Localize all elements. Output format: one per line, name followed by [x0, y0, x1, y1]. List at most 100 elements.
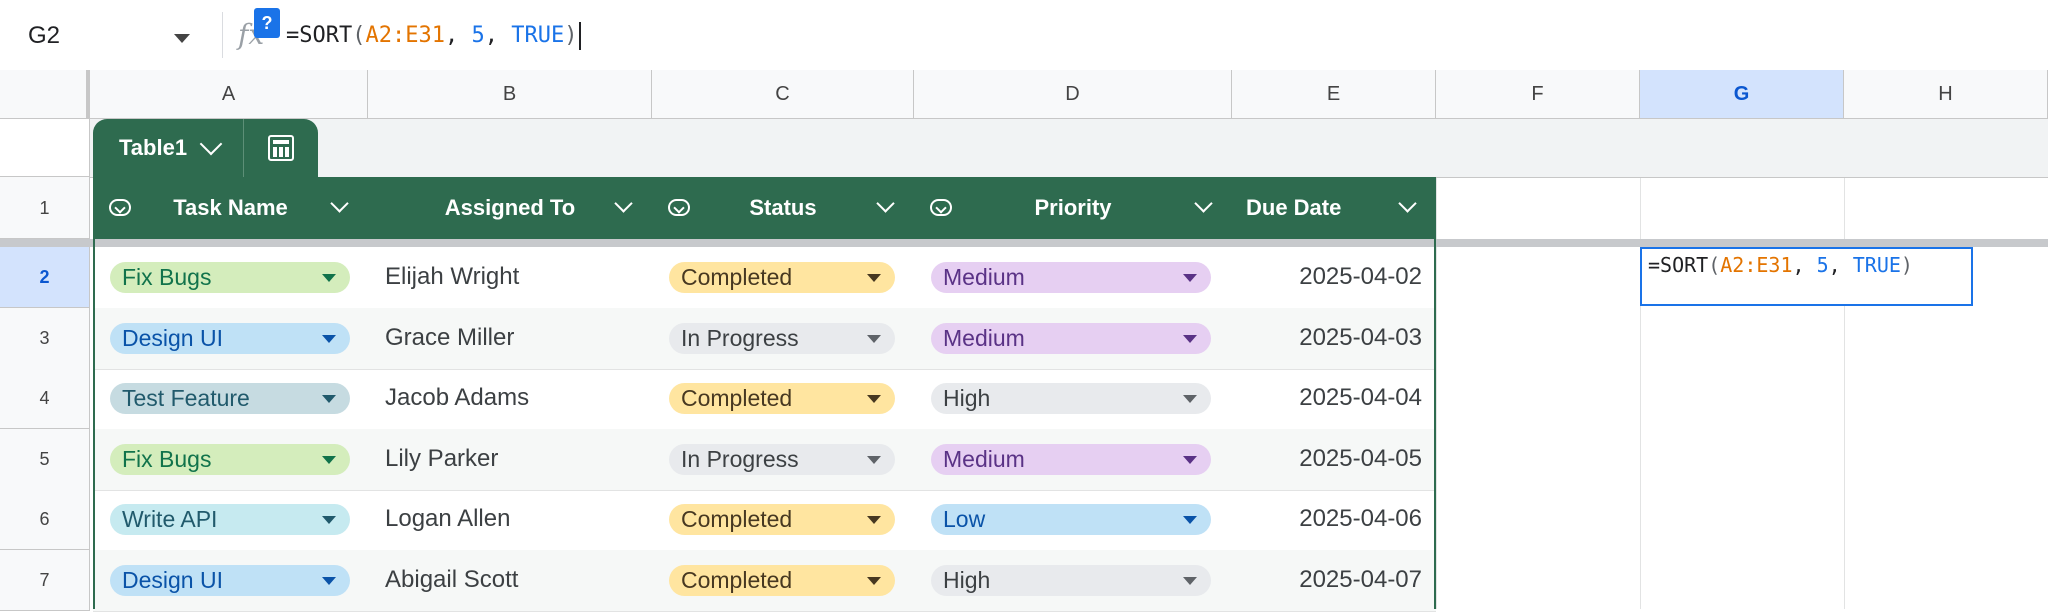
header-assigned-to[interactable]: Assigned To	[368, 177, 652, 239]
dropdown-arrow-icon[interactable]	[322, 335, 336, 343]
column-header-g[interactable]: G	[1640, 70, 1844, 118]
dropdown-arrow-icon[interactable]	[1183, 274, 1197, 282]
dropdown-arrow-icon[interactable]	[322, 456, 336, 464]
row-header-6[interactable]: 6	[0, 489, 90, 550]
formula-sep: ,	[444, 23, 472, 48]
assigned-to-cell[interactable]: Lily Parker	[385, 429, 498, 489]
dropdown-arrow-icon[interactable]	[322, 395, 336, 403]
table-calculator-icon[interactable]	[268, 135, 295, 161]
status-chip[interactable]: In Progress	[669, 323, 895, 354]
dropdown-arrow-icon[interactable]	[1183, 335, 1197, 343]
table-header-row: Task Name Assigned To Status Priority Du…	[93, 177, 1436, 239]
column-header-b[interactable]: B	[368, 70, 652, 118]
status-chip[interactable]: Completed	[669, 565, 895, 596]
header-label: Task Name	[173, 195, 288, 220]
formula-sep: ,	[484, 23, 512, 48]
formula-help-badge[interactable]: ?	[254, 8, 280, 38]
formula-bar-divider	[222, 12, 223, 58]
chevron-down-icon[interactable]	[1398, 194, 1417, 213]
due-date-cell[interactable]: 2025-04-03	[1232, 308, 1422, 368]
dropdown-arrow-icon[interactable]	[1183, 456, 1197, 464]
dropdown-arrow-icon[interactable]	[867, 577, 881, 585]
formula-input[interactable]: =SORT(A2:E31, 5, TRUE)	[286, 22, 582, 50]
assigned-to-cell[interactable]: Abigail Scott	[385, 550, 518, 610]
priority-chip-label: Medium	[943, 325, 1025, 351]
header-due-date[interactable]: Due Date	[1232, 177, 1436, 239]
row-header-1[interactable]: 1	[0, 177, 90, 239]
dropdown-arrow-icon[interactable]	[867, 395, 881, 403]
column-header-e[interactable]: E	[1232, 70, 1436, 118]
task-name-chip-label: Write API	[122, 506, 218, 532]
task-name-chip-label: Fix Bugs	[122, 264, 212, 290]
chevron-down-icon[interactable]	[614, 194, 633, 213]
dropdown-arrow-icon[interactable]	[1183, 516, 1197, 524]
select-all-corner[interactable]	[0, 70, 90, 118]
chevron-down-icon[interactable]	[199, 132, 223, 156]
task-name-chip[interactable]: Design UI	[110, 323, 350, 354]
task-name-chip[interactable]: Test Feature	[110, 383, 350, 414]
due-date-cell[interactable]: 2025-04-07	[1232, 550, 1422, 610]
assigned-to-cell[interactable]: Logan Allen	[385, 489, 510, 549]
priority-chip[interactable]: High	[931, 565, 1211, 596]
dropdown-arrow-icon[interactable]	[322, 577, 336, 585]
header-status[interactable]: Status	[652, 177, 914, 239]
name-box-dropdown-icon[interactable]	[174, 34, 190, 43]
status-chip-label: Completed	[681, 567, 793, 593]
task-name-chip[interactable]: Fix Bugs	[110, 262, 350, 293]
chevron-down-icon[interactable]	[876, 194, 895, 213]
dropdown-arrow-icon[interactable]	[867, 274, 881, 282]
priority-chip[interactable]: High	[931, 383, 1211, 414]
due-date-cell[interactable]: 2025-04-05	[1232, 429, 1422, 489]
cell-formula-paren: (	[1708, 253, 1721, 277]
gridline	[1640, 119, 1641, 609]
header-priority[interactable]: Priority	[914, 177, 1232, 239]
row-header-7[interactable]: 7	[0, 550, 90, 611]
column-header-f[interactable]: F	[1436, 70, 1640, 118]
cell-formula-num: 5	[1816, 253, 1829, 277]
chevron-down-icon[interactable]	[330, 194, 349, 213]
column-header-d[interactable]: D	[914, 70, 1232, 118]
due-date-cell[interactable]: 2025-04-04	[1232, 368, 1422, 428]
assigned-to-cell[interactable]: Jacob Adams	[385, 368, 529, 428]
header-task-name[interactable]: Task Name	[93, 177, 368, 239]
row-header-3[interactable]: 3	[0, 308, 90, 369]
column-header-c[interactable]: C	[652, 70, 914, 118]
table-name-tab[interactable]: Table1	[93, 119, 319, 177]
row-header-5[interactable]: 5	[0, 429, 90, 490]
priority-chip[interactable]: Medium	[931, 444, 1211, 475]
status-chip[interactable]: Completed	[669, 504, 895, 535]
column-header-h[interactable]: H	[1844, 70, 2048, 118]
assigned-to-cell[interactable]: Grace Miller	[385, 308, 514, 368]
frozen-row-divider[interactable]	[0, 239, 2048, 247]
status-chip[interactable]: In Progress	[669, 444, 895, 475]
assigned-to-cell[interactable]: Elijah Wright	[385, 247, 519, 307]
dropdown-arrow-icon[interactable]	[1183, 577, 1197, 585]
task-name-chip[interactable]: Design UI	[110, 565, 350, 596]
dropdown-arrow-icon[interactable]	[322, 516, 336, 524]
active-cell-g2[interactable]: =SORT(A2:E31, 5, TRUE)	[1640, 247, 1973, 306]
due-date-cell[interactable]: 2025-04-02	[1232, 247, 1422, 307]
formula-ascending: TRUE	[511, 23, 565, 48]
header-label: Priority	[1034, 195, 1112, 220]
task-name-chip[interactable]: Fix Bugs	[110, 444, 350, 475]
row-header-4[interactable]: 4	[0, 368, 90, 429]
dropdown-arrow-icon[interactable]	[867, 516, 881, 524]
name-box[interactable]: G2	[28, 22, 60, 50]
status-chip[interactable]: Completed	[669, 262, 895, 293]
formula-range: A2:E31	[365, 23, 445, 48]
due-date-cell[interactable]: 2025-04-06	[1232, 489, 1422, 549]
dropdown-arrow-icon[interactable]	[1183, 395, 1197, 403]
task-name-chip-label: Test Feature	[122, 385, 250, 411]
priority-chip-label: Low	[943, 506, 986, 532]
priority-chip[interactable]: Medium	[931, 323, 1211, 354]
dropdown-arrow-icon[interactable]	[322, 274, 336, 282]
chevron-down-icon[interactable]	[1194, 194, 1213, 213]
status-chip[interactable]: Completed	[669, 383, 895, 414]
priority-chip[interactable]: Low	[931, 504, 1211, 535]
dropdown-arrow-icon[interactable]	[867, 456, 881, 464]
dropdown-arrow-icon[interactable]	[867, 335, 881, 343]
column-header-a[interactable]: A	[90, 70, 368, 118]
task-name-chip[interactable]: Write API	[110, 504, 350, 535]
row-header-2[interactable]: 2	[0, 247, 90, 308]
priority-chip[interactable]: Medium	[931, 262, 1211, 293]
